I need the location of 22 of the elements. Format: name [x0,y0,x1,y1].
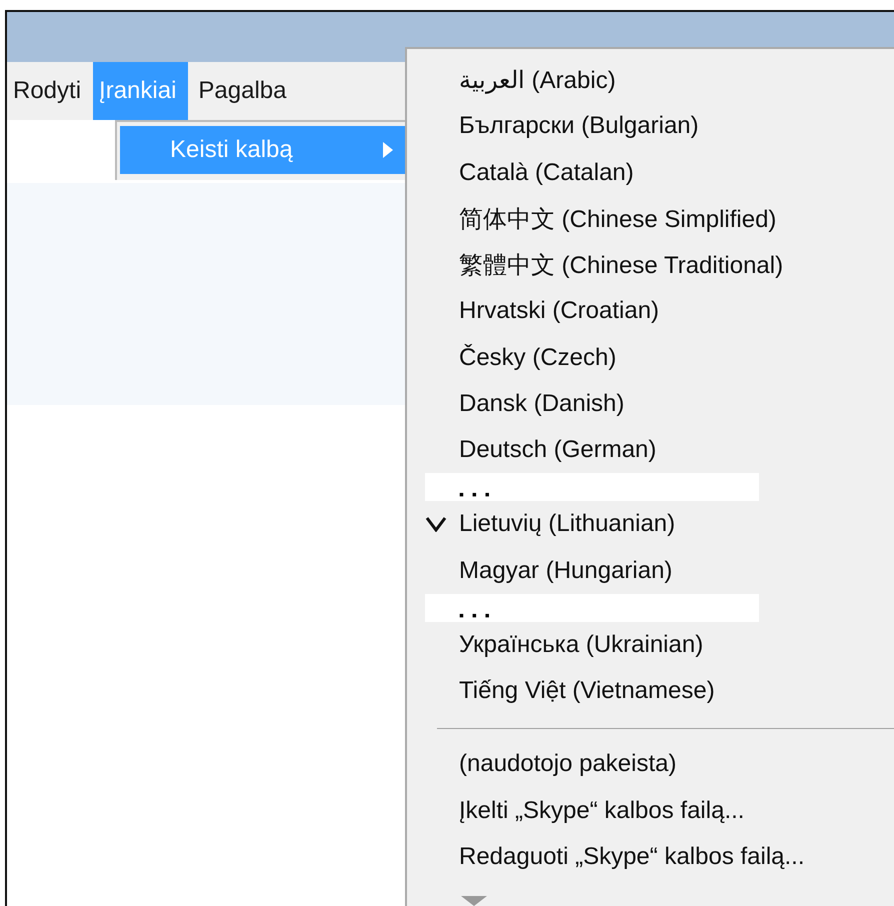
menu-item[interactable]: Català (Catalan) [425,150,894,196]
menu-item[interactable]: Pagalba [192,62,298,120]
menu-item[interactable]: Български (Bulgarian) [425,103,894,150]
menu-item[interactable]: Lietuvių (Lithuanian) [425,501,894,548]
menu-item[interactable]: Deutsch (German) [425,427,894,474]
checkmark-icon [425,516,447,532]
menu-item[interactable]: Magyar (Hungarian) [425,548,894,594]
omitted-items-marker: ▪ ▪ ▪ [425,594,759,622]
menu-item[interactable]: 简体中文 (Chinese Simplified) [425,196,894,242]
menu-item[interactable]: Dansk (Danish) [425,380,894,427]
menu-item[interactable]: Rodyti [7,62,94,120]
menu-item[interactable]: Hrvatski (Croatian) [425,288,894,334]
menu-item[interactable]: Įkelti „Skype“ kalbos failą... [425,788,894,834]
menu-item[interactable]: Redaguoti „Skype“ kalbos failą... [425,834,894,880]
menu-item[interactable]: Česky (Czech) [425,334,894,381]
menu-item[interactable]: العربية (Arabic) [425,57,894,104]
omitted-items-marker: ▪ ▪ ▪ [425,473,759,502]
menu-item[interactable]: Українська (Ukrainian) [425,622,894,668]
menu-item[interactable]: (naudotojo pakeista) [425,741,894,788]
menu-item[interactable]: 繁體中文 (Chinese Traditional) [425,242,894,288]
scroll-down-icon[interactable] [461,896,487,906]
menu-item[interactable]: Tiếng Việt (Vietnamese) [425,668,894,714]
